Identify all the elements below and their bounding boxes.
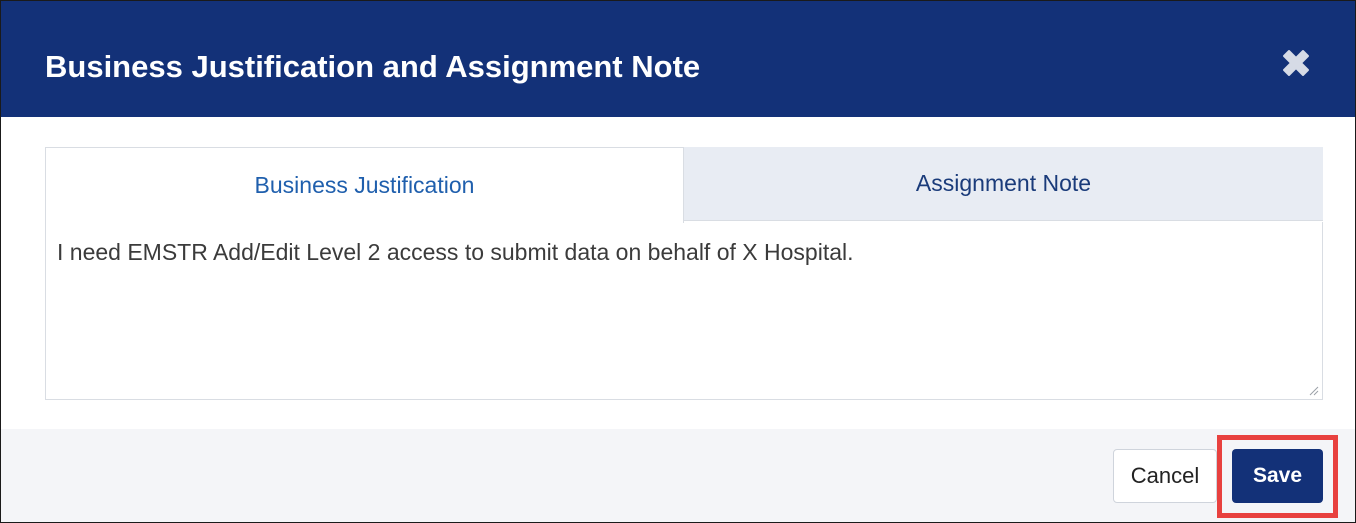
dialog-title: Business Justification and Assignment No… [45, 49, 701, 84]
cancel-button[interactable]: Cancel [1113, 449, 1217, 503]
tab-bar: Business Justification Assignment Note [45, 147, 1323, 223]
resize-handle-icon[interactable] [1309, 386, 1319, 396]
dialog-header: Business Justification and Assignment No… [1, 1, 1355, 117]
close-icon [1283, 50, 1309, 76]
justification-text: I need EMSTR Add/Edit Level 2 access to … [57, 239, 854, 265]
tab-business-justification[interactable]: Business Justification [45, 147, 684, 223]
save-button[interactable]: Save [1232, 449, 1323, 503]
business-justification-dialog: Business Justification and Assignment No… [0, 0, 1356, 523]
dialog-body: Business Justification Assignment Note I… [1, 117, 1355, 429]
dialog-footer: Cancel Save [1, 429, 1355, 522]
tab-assignment-note[interactable]: Assignment Note [684, 147, 1323, 221]
close-button[interactable] [1278, 45, 1314, 81]
justification-textarea[interactable]: I need EMSTR Add/Edit Level 2 access to … [45, 222, 1323, 400]
